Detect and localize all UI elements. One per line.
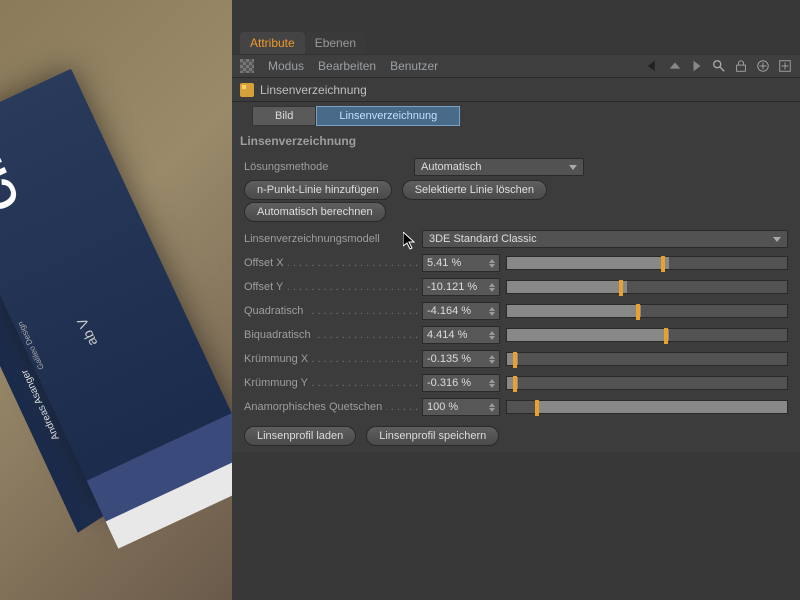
- label-offset-y: Offset Y: [244, 281, 287, 293]
- lock-icon[interactable]: [734, 59, 748, 73]
- field-kruemmung-x[interactable]: -0.135 %: [422, 350, 500, 368]
- slider-quadratisch[interactable]: [506, 304, 788, 318]
- delete-selected-line-button[interactable]: Selektierte Linie löschen: [402, 180, 547, 200]
- auto-calculate-button[interactable]: Automatisch berechnen: [244, 202, 386, 222]
- object-header: Linsenverzeichnung: [232, 78, 800, 102]
- save-lens-profile-button[interactable]: Linsenprofil speichern: [366, 426, 499, 446]
- add-npoint-line-button[interactable]: n-Punkt-Linie hinzufügen: [244, 180, 392, 200]
- params-panel: Lösungsmethode Automatisch n-Punkt-Linie…: [232, 152, 800, 452]
- dropdown-method-value: Automatisch: [421, 161, 482, 173]
- menu-modus[interactable]: Modus: [268, 59, 304, 73]
- field-biquadratisch[interactable]: 4.414 %: [422, 326, 500, 344]
- label-kruemmung-x: Krümmung X: [244, 353, 312, 365]
- slider-kruemmung-y[interactable]: [506, 376, 788, 390]
- search-icon[interactable]: [712, 59, 726, 73]
- slider-kruemmung-x[interactable]: [506, 352, 788, 366]
- label-kruemmung-y: Krümmung Y: [244, 377, 312, 389]
- slider-offset-y[interactable]: [506, 280, 788, 294]
- tab-ebenen[interactable]: Ebenen: [305, 32, 366, 54]
- manager-tabs: Attribute Ebenen: [232, 0, 800, 54]
- checker-icon[interactable]: [240, 59, 254, 73]
- add-icon[interactable]: [778, 59, 792, 73]
- field-offset-x[interactable]: 5.41 %: [422, 254, 500, 272]
- dropdown-model-value: 3DE Standard Classic: [429, 233, 537, 245]
- slider-squeeze[interactable]: [506, 400, 788, 414]
- nav-fwd-icon[interactable]: [690, 59, 704, 73]
- viewport-pane: Cinema ab V Andreas Asanger Galileo Desi…: [0, 0, 232, 600]
- slider-offset-x[interactable]: [506, 256, 788, 270]
- group-title: Linsenverzeichnung: [232, 130, 800, 152]
- label-method: Lösungsmethode: [244, 161, 332, 173]
- field-squeeze[interactable]: 100 %: [422, 398, 500, 416]
- menu-benutzer[interactable]: Benutzer: [390, 59, 438, 73]
- label-squeeze: Anamorphisches Quetschen: [244, 401, 386, 413]
- book: Cinema ab V Andreas Asanger Galileo Desi…: [0, 25, 232, 600]
- dropdown-model[interactable]: 3DE Standard Classic: [422, 230, 788, 248]
- field-kruemmung-y[interactable]: -0.316 %: [422, 374, 500, 392]
- field-offset-y[interactable]: -10.121 %: [422, 278, 500, 296]
- tab-attribute[interactable]: Attribute: [240, 32, 305, 54]
- new-icon[interactable]: [756, 59, 770, 73]
- label-offset-x: Offset X: [244, 257, 288, 269]
- subtab-bild[interactable]: Bild: [252, 106, 316, 126]
- lens-distortion-icon: [240, 83, 254, 97]
- load-lens-profile-button[interactable]: Linsenprofil laden: [244, 426, 356, 446]
- nav-up-icon[interactable]: [668, 59, 682, 73]
- subtab-linsenverzeichnung[interactable]: Linsenverzeichnung: [316, 106, 460, 126]
- label-quadratisch: Quadratisch: [244, 305, 307, 317]
- field-quadratisch[interactable]: -4.164 %: [422, 302, 500, 320]
- dropdown-method[interactable]: Automatisch: [414, 158, 584, 176]
- slider-biquadratisch[interactable]: [506, 328, 788, 342]
- menu-bearbeiten[interactable]: Bearbeiten: [318, 59, 376, 73]
- object-subtabs: Bild Linsenverzeichnung: [232, 102, 800, 130]
- chevron-down-icon: [569, 165, 577, 170]
- chevron-down-icon: [773, 237, 781, 242]
- nav-back-icon[interactable]: [646, 59, 660, 73]
- label-model: Linsenverzeichnungsmodell: [244, 233, 384, 245]
- attribute-manager: Attribute Ebenen Modus Bearbeiten Benutz…: [232, 0, 800, 600]
- attribute-toolbar: Modus Bearbeiten Benutzer: [232, 54, 800, 78]
- label-biquadratisch: Biquadratisch: [244, 329, 315, 341]
- object-name: Linsenverzeichnung: [260, 83, 367, 97]
